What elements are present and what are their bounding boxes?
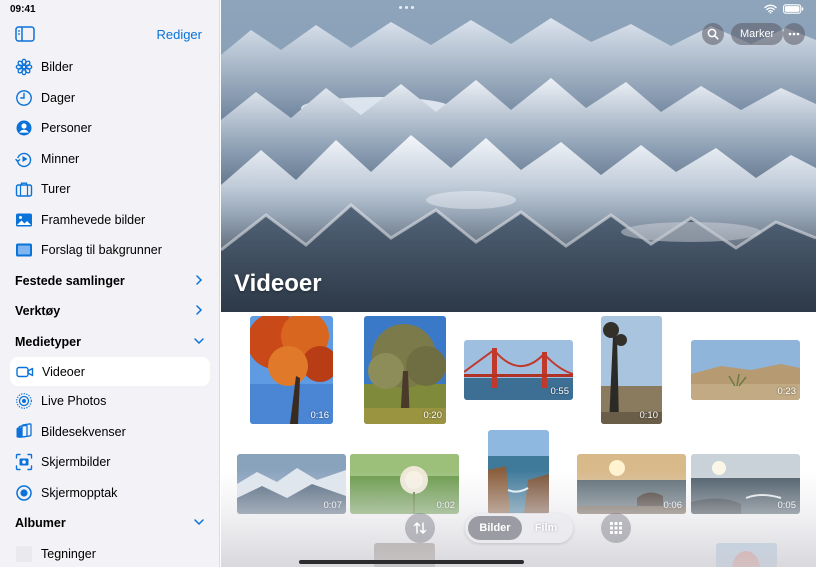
grid-icon [610, 522, 622, 534]
video-thumbnail-dandelion[interactable]: 0:02 [350, 454, 459, 514]
sidebar-item-screen-recordings[interactable]: Skjermopptak [0, 478, 219, 509]
wifi-icon [764, 4, 777, 14]
grid-view-button[interactable] [601, 513, 631, 543]
sidebar: 09:41 Rediger Bilder Dager Personer Minn… [0, 0, 220, 567]
home-indicator[interactable] [299, 560, 524, 564]
media-type-segmented-control: Bilder Film [465, 513, 573, 543]
sidebar-item-wallpapers[interactable]: Forslag til bakgrunner [0, 235, 219, 266]
video-duration: 0:55 [550, 386, 570, 397]
video-duration: 0:16 [310, 410, 330, 421]
sidebar-item-bursts[interactable]: Bildesekvenser [0, 417, 219, 448]
segment-photos[interactable]: Bilder [468, 516, 522, 540]
sidebar-item-label: Framhevede bilder [41, 212, 146, 227]
sidebar-item-label: Skjermopptak [41, 485, 118, 500]
sidebar-item-featured[interactable]: Framhevede bilder [0, 205, 219, 236]
search-button[interactable] [702, 23, 724, 45]
sidebar-item-people[interactable]: Personer [0, 113, 219, 144]
sidebar-toggle-icon[interactable] [15, 26, 35, 42]
video-thumbnail-oak-tree[interactable]: 0:20 [364, 316, 446, 424]
section-pinned-collections[interactable]: Festede samlinger [0, 266, 219, 297]
section-label: Verktøy [15, 304, 61, 319]
video-thumbnail-ocean-rocks[interactable]: 0:05 [691, 454, 800, 514]
sidebar-item-label: Bilder [41, 60, 73, 75]
video-duration: 0:02 [436, 500, 456, 511]
sidebar-item-label: Minner [41, 151, 80, 166]
burst-icon [15, 423, 33, 441]
sidebar-item-label: Forslag til bakgrunner [41, 243, 162, 258]
section-label: Albumer [15, 516, 66, 531]
memories-icon [15, 150, 33, 168]
flower-icon [15, 58, 33, 76]
video-icon [16, 363, 34, 381]
sidebar-item-label: Bildesekvenser [41, 424, 126, 439]
edit-button[interactable]: Rediger [156, 27, 202, 42]
section-tools[interactable]: Verktøy [0, 296, 219, 327]
wallpaper-icon [15, 241, 33, 259]
video-duration: 0:07 [323, 500, 343, 511]
sidebar-item-label: Tegninger [41, 546, 96, 561]
chevron-right-icon [194, 304, 204, 318]
clock-icon [15, 89, 33, 107]
video-thumbnail-golden-gate[interactable]: 0:55 [464, 340, 573, 400]
sidebar-item-label: Dager [41, 90, 76, 105]
sidebar-item-label: Personer [41, 121, 92, 136]
video-duration: 0:20 [423, 410, 443, 421]
video-thumbnail-sunset-beach[interactable]: 0:06 [577, 454, 686, 514]
ellipsis-icon [788, 32, 800, 36]
video-duration: 0:23 [777, 386, 797, 397]
section-label: Medietyper [15, 334, 81, 349]
video-duration: 0:06 [663, 500, 683, 511]
sidebar-item-trips[interactable]: Turer [0, 174, 219, 205]
sidebar-item-videos[interactable]: Videoer [10, 357, 210, 386]
sort-button[interactable] [405, 513, 435, 543]
video-thumbnail-autumn-tree[interactable]: 0:16 [250, 316, 333, 424]
main-content: Marker Videoer 0:16 0:20 0:55 0:10 0:23 … [221, 0, 816, 567]
more-button[interactable] [783, 23, 805, 45]
album-thumbnail [15, 545, 33, 563]
sidebar-item-live-photos[interactable]: Live Photos [0, 386, 219, 417]
video-thumbnail-desert[interactable]: 0:23 [691, 340, 800, 400]
sidebar-item-label: Turer [41, 182, 71, 197]
video-thumbnail-coast-cliffs[interactable] [488, 430, 549, 514]
sidebar-item-label: Skjermbilder [41, 455, 111, 470]
chevron-down-icon [194, 516, 204, 530]
sidebar-item-label: Videoer [42, 364, 85, 379]
sidebar-list: Bilder Dager Personer Minner Turer Framh… [0, 52, 219, 567]
suitcase-icon [15, 180, 33, 198]
sidebar-item-album-drawings[interactable]: Tegninger [0, 539, 219, 567]
video-duration: 0:05 [777, 500, 797, 511]
multitasking-dots-icon[interactable] [399, 6, 414, 9]
section-media-types[interactable]: Medietyper [0, 327, 219, 358]
status-time: 09:41 [10, 4, 36, 15]
section-label: Festede samlinger [15, 273, 125, 288]
battery-icon [783, 4, 804, 14]
hero-image [221, 0, 816, 312]
sidebar-item-memories[interactable]: Minner [0, 144, 219, 175]
select-button[interactable]: Marker [731, 23, 784, 45]
segment-movies[interactable]: Film [522, 516, 570, 540]
chevron-right-icon [194, 274, 204, 288]
status-icons [764, 4, 804, 14]
chevron-down-icon [194, 335, 204, 349]
screen-record-icon [15, 484, 33, 502]
sidebar-item-library[interactable]: Bilder [0, 52, 219, 83]
sidebar-item-days[interactable]: Dager [0, 83, 219, 114]
photo-icon [15, 211, 33, 229]
sidebar-item-screenshots[interactable]: Skjermbilder [0, 447, 219, 478]
video-thumbnail-balloon[interactable] [716, 543, 777, 567]
person-circle-icon [15, 119, 33, 137]
sidebar-item-label: Live Photos [41, 394, 107, 409]
section-albums[interactable]: Albumer [0, 508, 219, 539]
search-icon [707, 28, 719, 40]
live-photo-icon [15, 392, 33, 410]
video-duration: 0:10 [639, 410, 659, 421]
video-thumbnail-snowy-peaks[interactable]: 0:07 [237, 454, 346, 514]
sort-arrows-icon [413, 522, 427, 534]
screenshot-icon [15, 453, 33, 471]
video-thumbnail-joshua-tree[interactable]: 0:10 [601, 316, 662, 424]
page-title: Videoer [234, 270, 322, 297]
